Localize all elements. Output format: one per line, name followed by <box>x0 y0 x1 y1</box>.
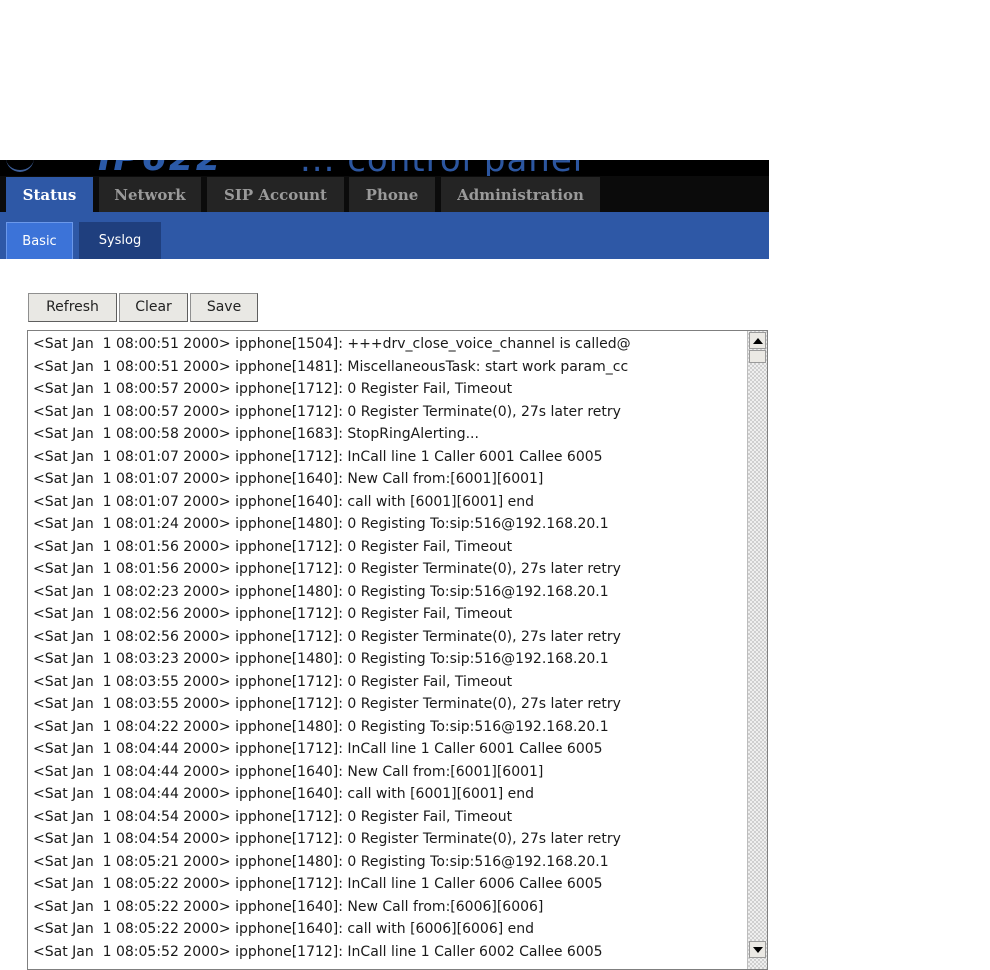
save-button[interactable]: Save <box>190 293 258 322</box>
logo-text: IP622 <box>98 160 223 176</box>
log-line: <Sat Jan 1 08:00:57 2000> ipphone[1712]:… <box>33 403 621 420</box>
logo-swoosh-icon <box>6 160 34 172</box>
vertical-scrollbar[interactable] <box>747 331 767 969</box>
log-line: <Sat Jan 1 08:02:56 2000> ipphone[1712]:… <box>33 606 513 622</box>
log-line: <Sat Jan 1 08:00:58 2000> ipphone[1683]:… <box>33 426 479 442</box>
header-tagline: ... control panel <box>300 160 583 176</box>
log-line: <Sat Jan 1 08:00:51 2000> ipphone[1481]:… <box>33 358 629 375</box>
log-line: <Sat Jan 1 08:04:54 2000> ipphone[1712]:… <box>33 831 621 847</box>
log-line: <Sat Jan 1 08:04:44 2000> ipphone[1712]:… <box>33 741 603 757</box>
scroll-up-button[interactable] <box>749 332 766 349</box>
subtab-syslog[interactable]: Syslog <box>79 222 161 259</box>
syslog-content: <Sat Jan 1 08:00:51 2000> ipphone[1504]:… <box>33 333 736 963</box>
log-line: <Sat Jan 1 08:03:55 2000> ipphone[1712]:… <box>33 673 513 690</box>
log-line: <Sat Jan 1 08:02:23 2000> ipphone[1480]:… <box>33 583 609 600</box>
log-line: <Sat Jan 1 08:02:56 2000> ipphone[1712]:… <box>33 628 621 645</box>
log-line: <Sat Jan 1 08:05:22 2000> ipphone[1712]:… <box>33 876 603 892</box>
sub-nav: Basic Syslog <box>0 212 769 259</box>
tab-network[interactable]: Network <box>99 177 201 212</box>
syslog-textarea[interactable]: <Sat Jan 1 08:00:51 2000> ipphone[1504]:… <box>27 330 768 970</box>
scroll-thumb[interactable] <box>749 350 766 363</box>
tab-administration[interactable]: Administration <box>441 177 600 212</box>
log-line: <Sat Jan 1 08:05:22 2000> ipphone[1640]:… <box>33 921 535 937</box>
main-nav: Status Network SIP Account Phone Adminis… <box>0 176 769 212</box>
arrow-up-icon <box>752 337 763 344</box>
log-line: <Sat Jan 1 08:01:07 2000> ipphone[1640]:… <box>33 471 544 487</box>
log-line: <Sat Jan 1 08:01:24 2000> ipphone[1480]:… <box>33 516 609 532</box>
log-line: <Sat Jan 1 08:04:54 2000> ipphone[1712]:… <box>33 808 513 825</box>
log-line: <Sat Jan 1 08:04:22 2000> ipphone[1480]:… <box>33 718 609 735</box>
log-line: <Sat Jan 1 08:01:07 2000> ipphone[1712]:… <box>33 448 603 465</box>
log-line: <Sat Jan 1 08:05:22 2000> ipphone[1640]:… <box>33 898 544 915</box>
log-line: <Sat Jan 1 08:05:21 2000> ipphone[1480]:… <box>33 853 609 870</box>
log-line: <Sat Jan 1 08:04:44 2000> ipphone[1640]:… <box>33 786 535 802</box>
log-line: <Sat Jan 1 08:04:44 2000> ipphone[1640]:… <box>33 763 544 780</box>
clear-button[interactable]: Clear <box>119 293 188 322</box>
tab-status[interactable]: Status <box>6 177 93 212</box>
log-line: <Sat Jan 1 08:05:52 2000> ipphone[1712]:… <box>33 943 603 960</box>
log-line: <Sat Jan 1 08:01:56 2000> ipphone[1712]:… <box>33 538 513 555</box>
log-line: <Sat Jan 1 08:01:56 2000> ipphone[1712]:… <box>33 561 621 577</box>
log-line: <Sat Jan 1 08:03:55 2000> ipphone[1712]:… <box>33 696 621 712</box>
tab-sip-account[interactable]: SIP Account <box>207 177 344 212</box>
log-line: <Sat Jan 1 08:00:57 2000> ipphone[1712]:… <box>33 381 513 397</box>
log-line: <Sat Jan 1 08:01:07 2000> ipphone[1640]:… <box>33 493 535 510</box>
tab-phone[interactable]: Phone <box>349 177 435 212</box>
refresh-button[interactable]: Refresh <box>28 293 117 322</box>
log-line: <Sat Jan 1 08:00:51 2000> ipphone[1504]:… <box>33 336 631 352</box>
subtab-basic[interactable]: Basic <box>6 222 73 259</box>
arrow-down-icon <box>752 946 763 953</box>
header-banner: IP622 ... control panel <box>0 160 769 176</box>
log-line: <Sat Jan 1 08:03:23 2000> ipphone[1480]:… <box>33 651 609 667</box>
scroll-down-button[interactable] <box>749 941 766 958</box>
